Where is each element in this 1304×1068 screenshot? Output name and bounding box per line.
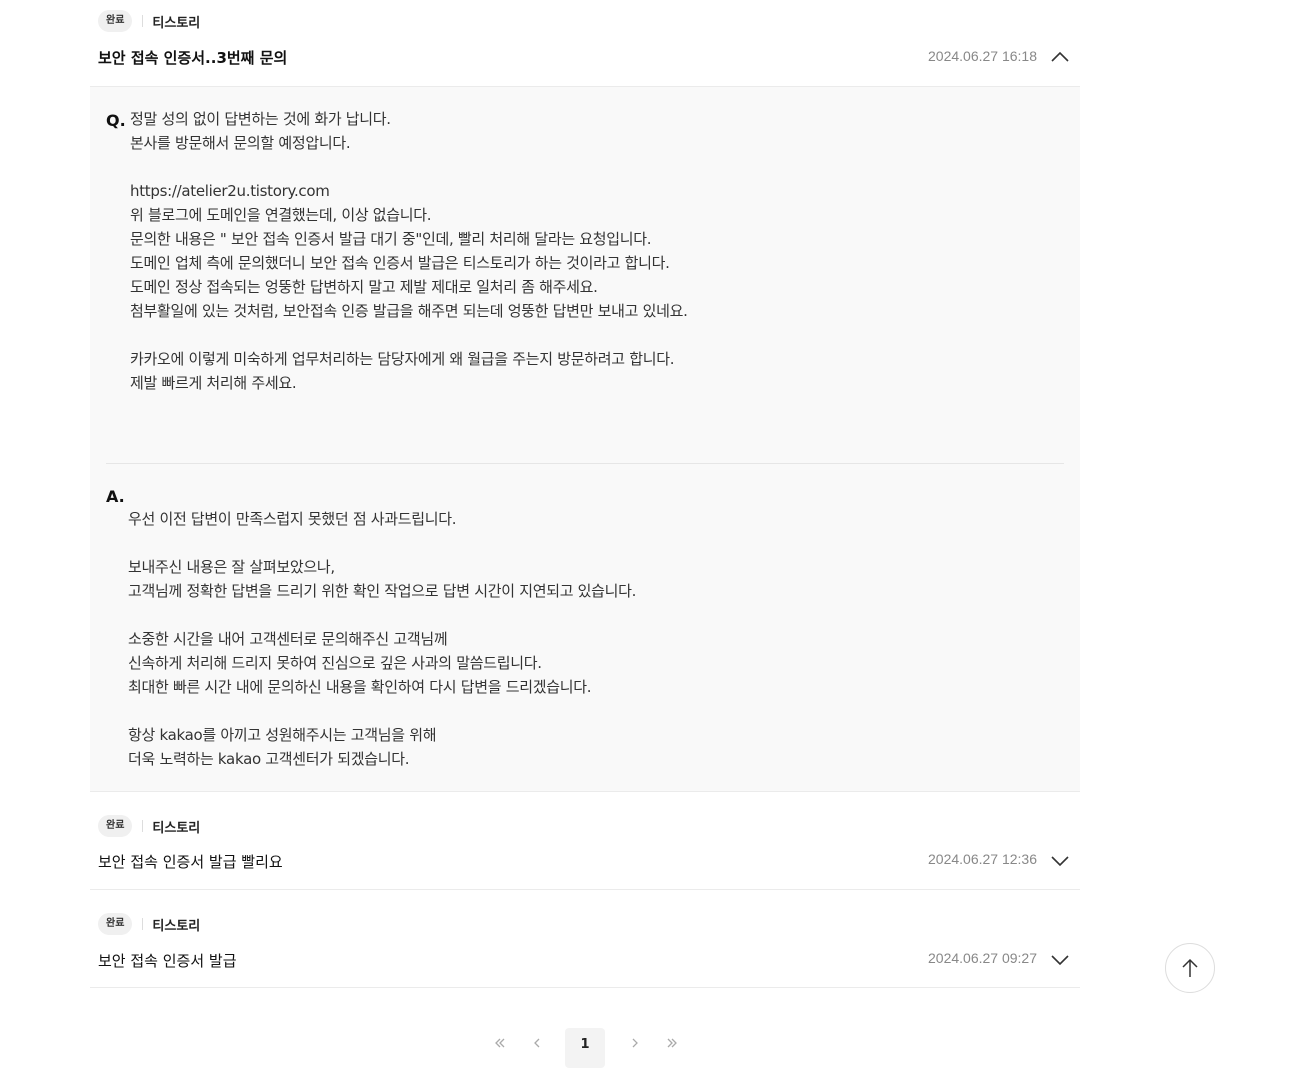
answer-marker: A.: [106, 487, 125, 506]
inquiry-title[interactable]: 보안 접속 인증서 발급 빨리요: [98, 851, 283, 872]
chevron-up-icon[interactable]: [1050, 51, 1070, 63]
status-badge: 완료: [98, 815, 133, 837]
question-marker: Q.: [106, 111, 126, 130]
meta-divider: [142, 918, 144, 930]
arrow-up-icon: [1182, 958, 1198, 977]
inquiry-date: 2024.06.27 12:36: [928, 851, 1037, 867]
inquiry-header[interactable]: 완료 티스토리 보안 접속 인증서..3번째 문의 2024.06.27 16:…: [90, 0, 1080, 86]
qa-divider: [106, 463, 1064, 464]
status-badge: 완료: [98, 913, 133, 935]
inquiry-date: 2024.06.27 09:27: [928, 950, 1037, 966]
service-name: 티스토리: [152, 15, 201, 31]
inquiry-item: 완료 티스토리 보안 접속 인증서..3번째 문의 2024.06.27 16:…: [90, 0, 1080, 792]
question-text: 정말 성의 없이 답변하는 것에 화가 납니다. 본사를 방문해서 문의할 예정…: [130, 110, 688, 392]
inquiry-meta: 완료 티스토리: [98, 10, 200, 32]
inquiry-meta: 완료 티스토리: [98, 815, 200, 837]
inquiry-header[interactable]: 완료 티스토리 보안 접속 인증서 발급 빨리요 2024.06.27 12:3…: [90, 792, 1080, 889]
inquiry-meta: 완료 티스토리: [98, 913, 200, 935]
inquiry-title[interactable]: 보안 접속 인증서 발급: [98, 950, 237, 971]
service-name: 티스토리: [152, 918, 201, 934]
pagination: 1: [490, 1028, 690, 1068]
chevron-down-icon[interactable]: [1050, 954, 1070, 966]
status-badge: 완료: [98, 10, 133, 32]
page-number-current[interactable]: 1: [565, 1028, 605, 1068]
inquiry-item: 완료 티스토리 보안 접속 인증서 발급 2024.06.27 09:27: [90, 890, 1080, 988]
meta-divider: [142, 820, 144, 832]
inquiry-detail: Q. 정말 성의 없이 답변하는 것에 화가 납니다. 본사를 방문해서 문의할…: [90, 86, 1080, 791]
inquiry-title[interactable]: 보안 접속 인증서..3번째 문의: [98, 47, 287, 68]
service-name: 티스토리: [152, 820, 201, 836]
inquiry-header[interactable]: 완료 티스토리 보안 접속 인증서 발급 2024.06.27 09:27: [90, 890, 1080, 987]
inquiry-list: 완료 티스토리 보안 접속 인증서..3번째 문의 2024.06.27 16:…: [90, 0, 1080, 988]
chevron-down-icon[interactable]: [1050, 855, 1070, 867]
meta-divider: [142, 15, 144, 27]
inquiry-item: 완료 티스토리 보안 접속 인증서 발급 빨리요 2024.06.27 12:3…: [90, 792, 1080, 890]
answer-text: 우선 이전 답변이 만족스럽지 못했던 점 사과드립니다. 보내주신 내용은 잘…: [128, 510, 637, 768]
inquiry-date: 2024.06.27 16:18: [928, 48, 1037, 64]
scroll-top-button[interactable]: [1165, 943, 1215, 993]
